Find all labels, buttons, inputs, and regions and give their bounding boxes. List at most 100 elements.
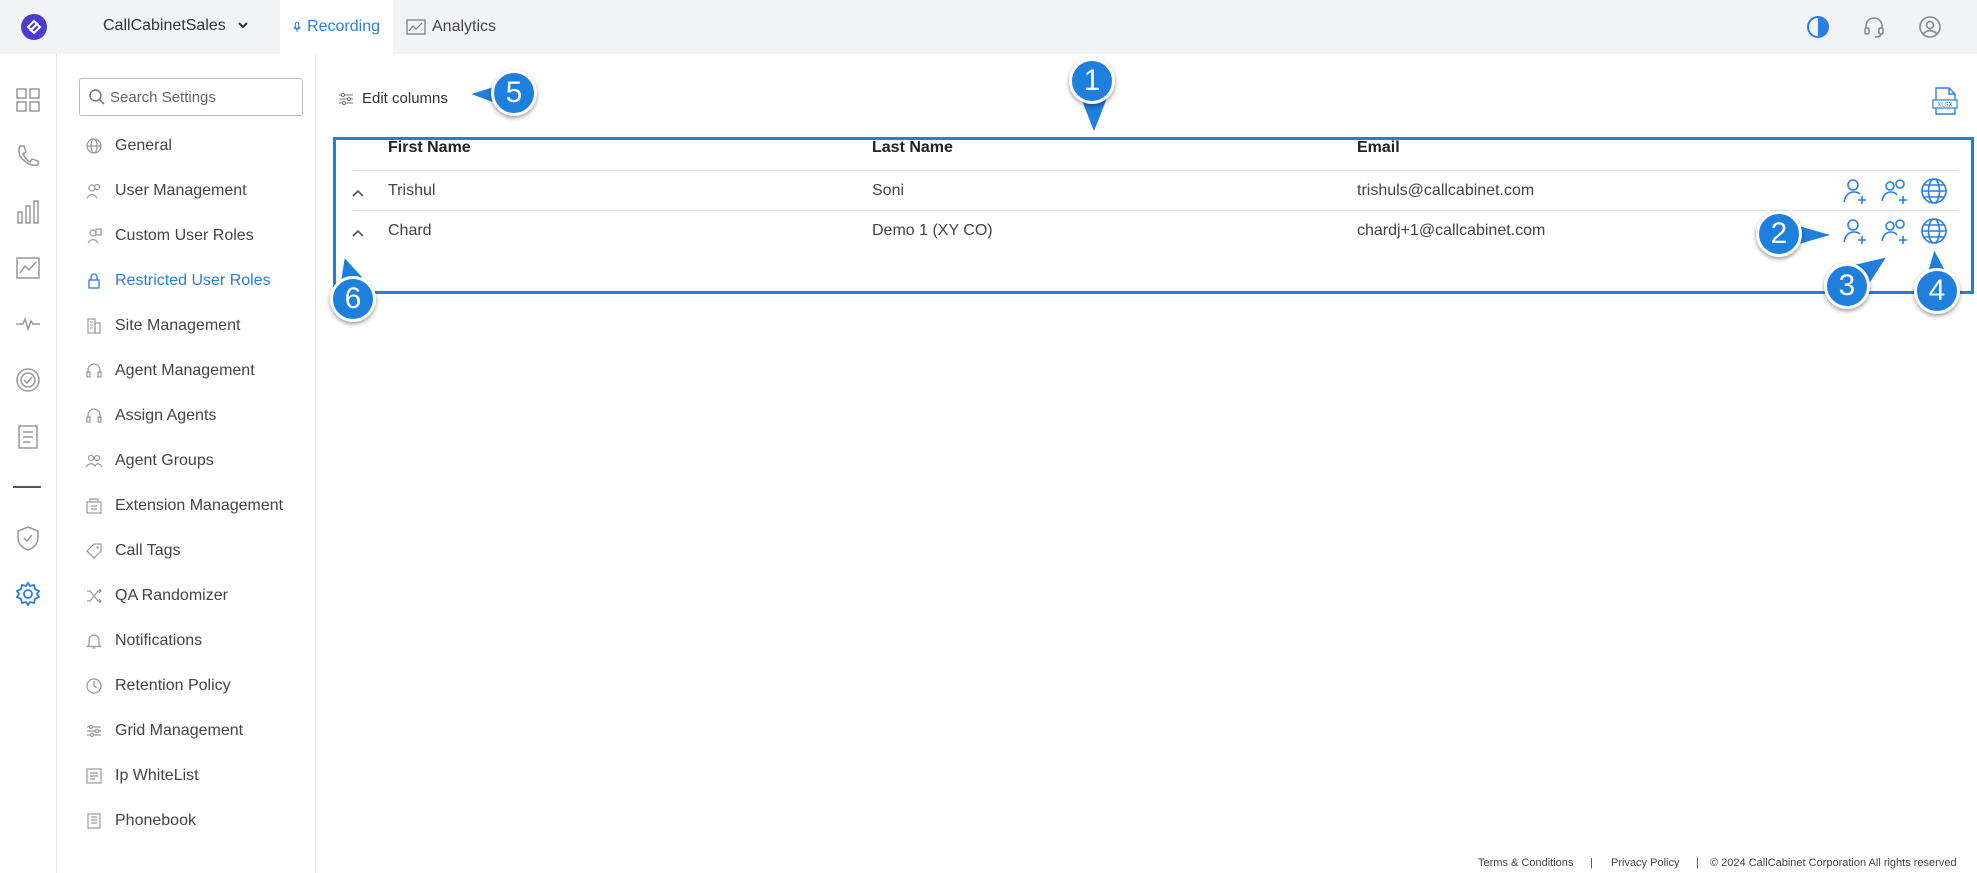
bar-chart-icon[interactable] <box>14 198 42 226</box>
lock-icon <box>88 273 100 289</box>
user-role-icon <box>87 228 102 244</box>
cell-first-name: Trishul <box>388 182 436 199</box>
menu-item-phonebook[interactable]: Phonebook <box>85 809 196 833</box>
search-settings-input[interactable] <box>110 87 295 107</box>
theme-toggle-icon[interactable] <box>1806 15 1830 39</box>
tag-icon <box>86 543 102 559</box>
callout-6: 6 <box>330 250 386 328</box>
menu-item-label: Call Tags <box>115 542 181 559</box>
user-account-icon[interactable] <box>1918 15 1942 39</box>
column-header-last-name[interactable]: Last Name <box>872 139 953 157</box>
menu-item-label: Custom User Roles <box>115 227 254 244</box>
headset-icon <box>86 408 102 423</box>
extension-icon <box>86 498 102 514</box>
tab-analytics[interactable]: Analytics <box>393 0 509 54</box>
menu-item-label: Agent Groups <box>115 452 214 469</box>
menu-item-notifications[interactable]: Notifications <box>85 629 202 653</box>
settings-icon[interactable] <box>14 580 42 608</box>
menu-item-site-management[interactable]: Site Management <box>85 314 240 338</box>
microphone-icon <box>293 21 301 32</box>
footer-separator: | <box>1696 857 1699 869</box>
shuffle-icon <box>87 588 102 604</box>
analytics-icon[interactable] <box>14 254 42 282</box>
add-user-icon[interactable] <box>1840 176 1870 206</box>
chart-line-icon <box>406 19 426 35</box>
callout-4: 4 <box>1912 244 1968 320</box>
menu-item-label: General <box>115 137 172 154</box>
menu-item-user-management[interactable]: User Management <box>85 179 247 203</box>
callout-number: 1 <box>1069 58 1115 104</box>
header-divider <box>353 170 1958 171</box>
globe-icon[interactable] <box>1919 176 1949 206</box>
check-circle-icon[interactable] <box>14 366 42 394</box>
phone-icon[interactable] <box>14 142 42 170</box>
menu-item-call-tags[interactable]: Call Tags <box>85 539 181 563</box>
settings-menu: General User Management Custom User Role… <box>57 54 316 873</box>
cell-email: trishuls@callcabinet.com <box>1357 182 1535 199</box>
rail-divider <box>13 486 41 488</box>
phonebook-icon <box>87 813 101 829</box>
menu-item-agent-management[interactable]: Agent Management <box>85 359 255 383</box>
org-selector-label[interactable]: CallCabinetSales <box>103 17 226 35</box>
column-header-first-name[interactable]: First Name <box>388 139 471 157</box>
building-icon <box>87 318 101 334</box>
menu-item-label: Site Management <box>115 317 241 334</box>
clock-icon <box>86 678 102 694</box>
headset-icon[interactable] <box>1862 15 1886 39</box>
cell-last-name: Demo 1 (XY CO) <box>872 222 993 239</box>
callout-1: 1 <box>1066 58 1122 138</box>
menu-item-label: Notifications <box>115 632 203 649</box>
dashboard-icon[interactable] <box>14 86 42 114</box>
callout-5: 5 <box>466 70 546 122</box>
tab-recording-label: Recording <box>307 18 380 35</box>
menu-item-label: User Management <box>115 182 247 199</box>
sliders-icon <box>87 724 101 738</box>
footer-terms-link[interactable]: Terms & Conditions <box>1478 857 1573 869</box>
xlsx-export-icon[interactable]: XLSX <box>1930 86 1960 116</box>
chevron-up-icon[interactable] <box>351 226 365 240</box>
cell-last-name: Soni <box>872 182 905 199</box>
sliders-icon <box>339 92 353 105</box>
menu-item-restricted-user-roles[interactable]: Restricted User Roles <box>85 269 271 293</box>
menu-item-general[interactable]: General <box>85 134 172 158</box>
menu-item-label: Grid Management <box>115 722 244 739</box>
users-icon <box>86 183 101 199</box>
shield-icon[interactable] <box>14 524 42 552</box>
cell-first-name: Chard <box>388 222 432 239</box>
headset-icon <box>86 363 102 378</box>
callout-3: 3 <box>1824 240 1894 316</box>
menu-item-custom-user-roles[interactable]: Custom User Roles <box>85 224 254 248</box>
pulse-icon[interactable] <box>14 310 42 338</box>
menu-item-qa-randomizer[interactable]: QA Randomizer <box>85 584 228 608</box>
chevron-down-icon[interactable] <box>237 19 249 31</box>
footer-copyright: © 2024 CallCabinet Corporation All right… <box>1710 857 1957 869</box>
globe-icon[interactable] <box>1919 216 1949 246</box>
bell-icon <box>86 634 102 649</box>
clipboard-icon[interactable] <box>14 422 42 450</box>
menu-item-ip-whitelist[interactable]: Ip WhiteList <box>85 764 199 788</box>
callout-number: 5 <box>491 70 537 116</box>
menu-item-extension-management[interactable]: Extension Management <box>85 494 283 518</box>
menu-item-agent-groups[interactable]: Agent Groups <box>85 449 214 473</box>
chevron-up-icon[interactable] <box>351 186 365 200</box>
tab-recording[interactable]: Recording <box>280 0 393 54</box>
menu-item-assign-agents[interactable]: Assign Agents <box>85 404 216 428</box>
search-settings-box[interactable] <box>79 78 303 116</box>
callout-number: 6 <box>330 276 376 322</box>
search-icon <box>89 89 105 105</box>
menu-item-retention-policy[interactable]: Retention Policy <box>85 674 231 698</box>
cell-email: chardj+1@callcabinet.com <box>1357 222 1546 239</box>
footer-separator: | <box>1590 857 1593 869</box>
tab-analytics-label: Analytics <box>432 18 497 35</box>
list-icon <box>86 768 102 784</box>
footer-privacy-link[interactable]: Privacy Policy <box>1611 857 1679 869</box>
left-icon-rail <box>0 54 57 873</box>
callcabinet-logo-icon[interactable] <box>20 13 48 41</box>
edit-columns-button[interactable]: Edit columns <box>338 90 448 107</box>
column-header-email[interactable]: Email <box>1357 139 1400 157</box>
menu-item-label: QA Randomizer <box>115 587 228 604</box>
top-bar: CallCabinetSales Recording Analytics <box>0 0 1977 54</box>
menu-item-label: Ip WhiteList <box>115 767 199 784</box>
menu-item-grid-management[interactable]: Grid Management <box>85 719 243 743</box>
add-users-icon[interactable] <box>1880 176 1910 206</box>
